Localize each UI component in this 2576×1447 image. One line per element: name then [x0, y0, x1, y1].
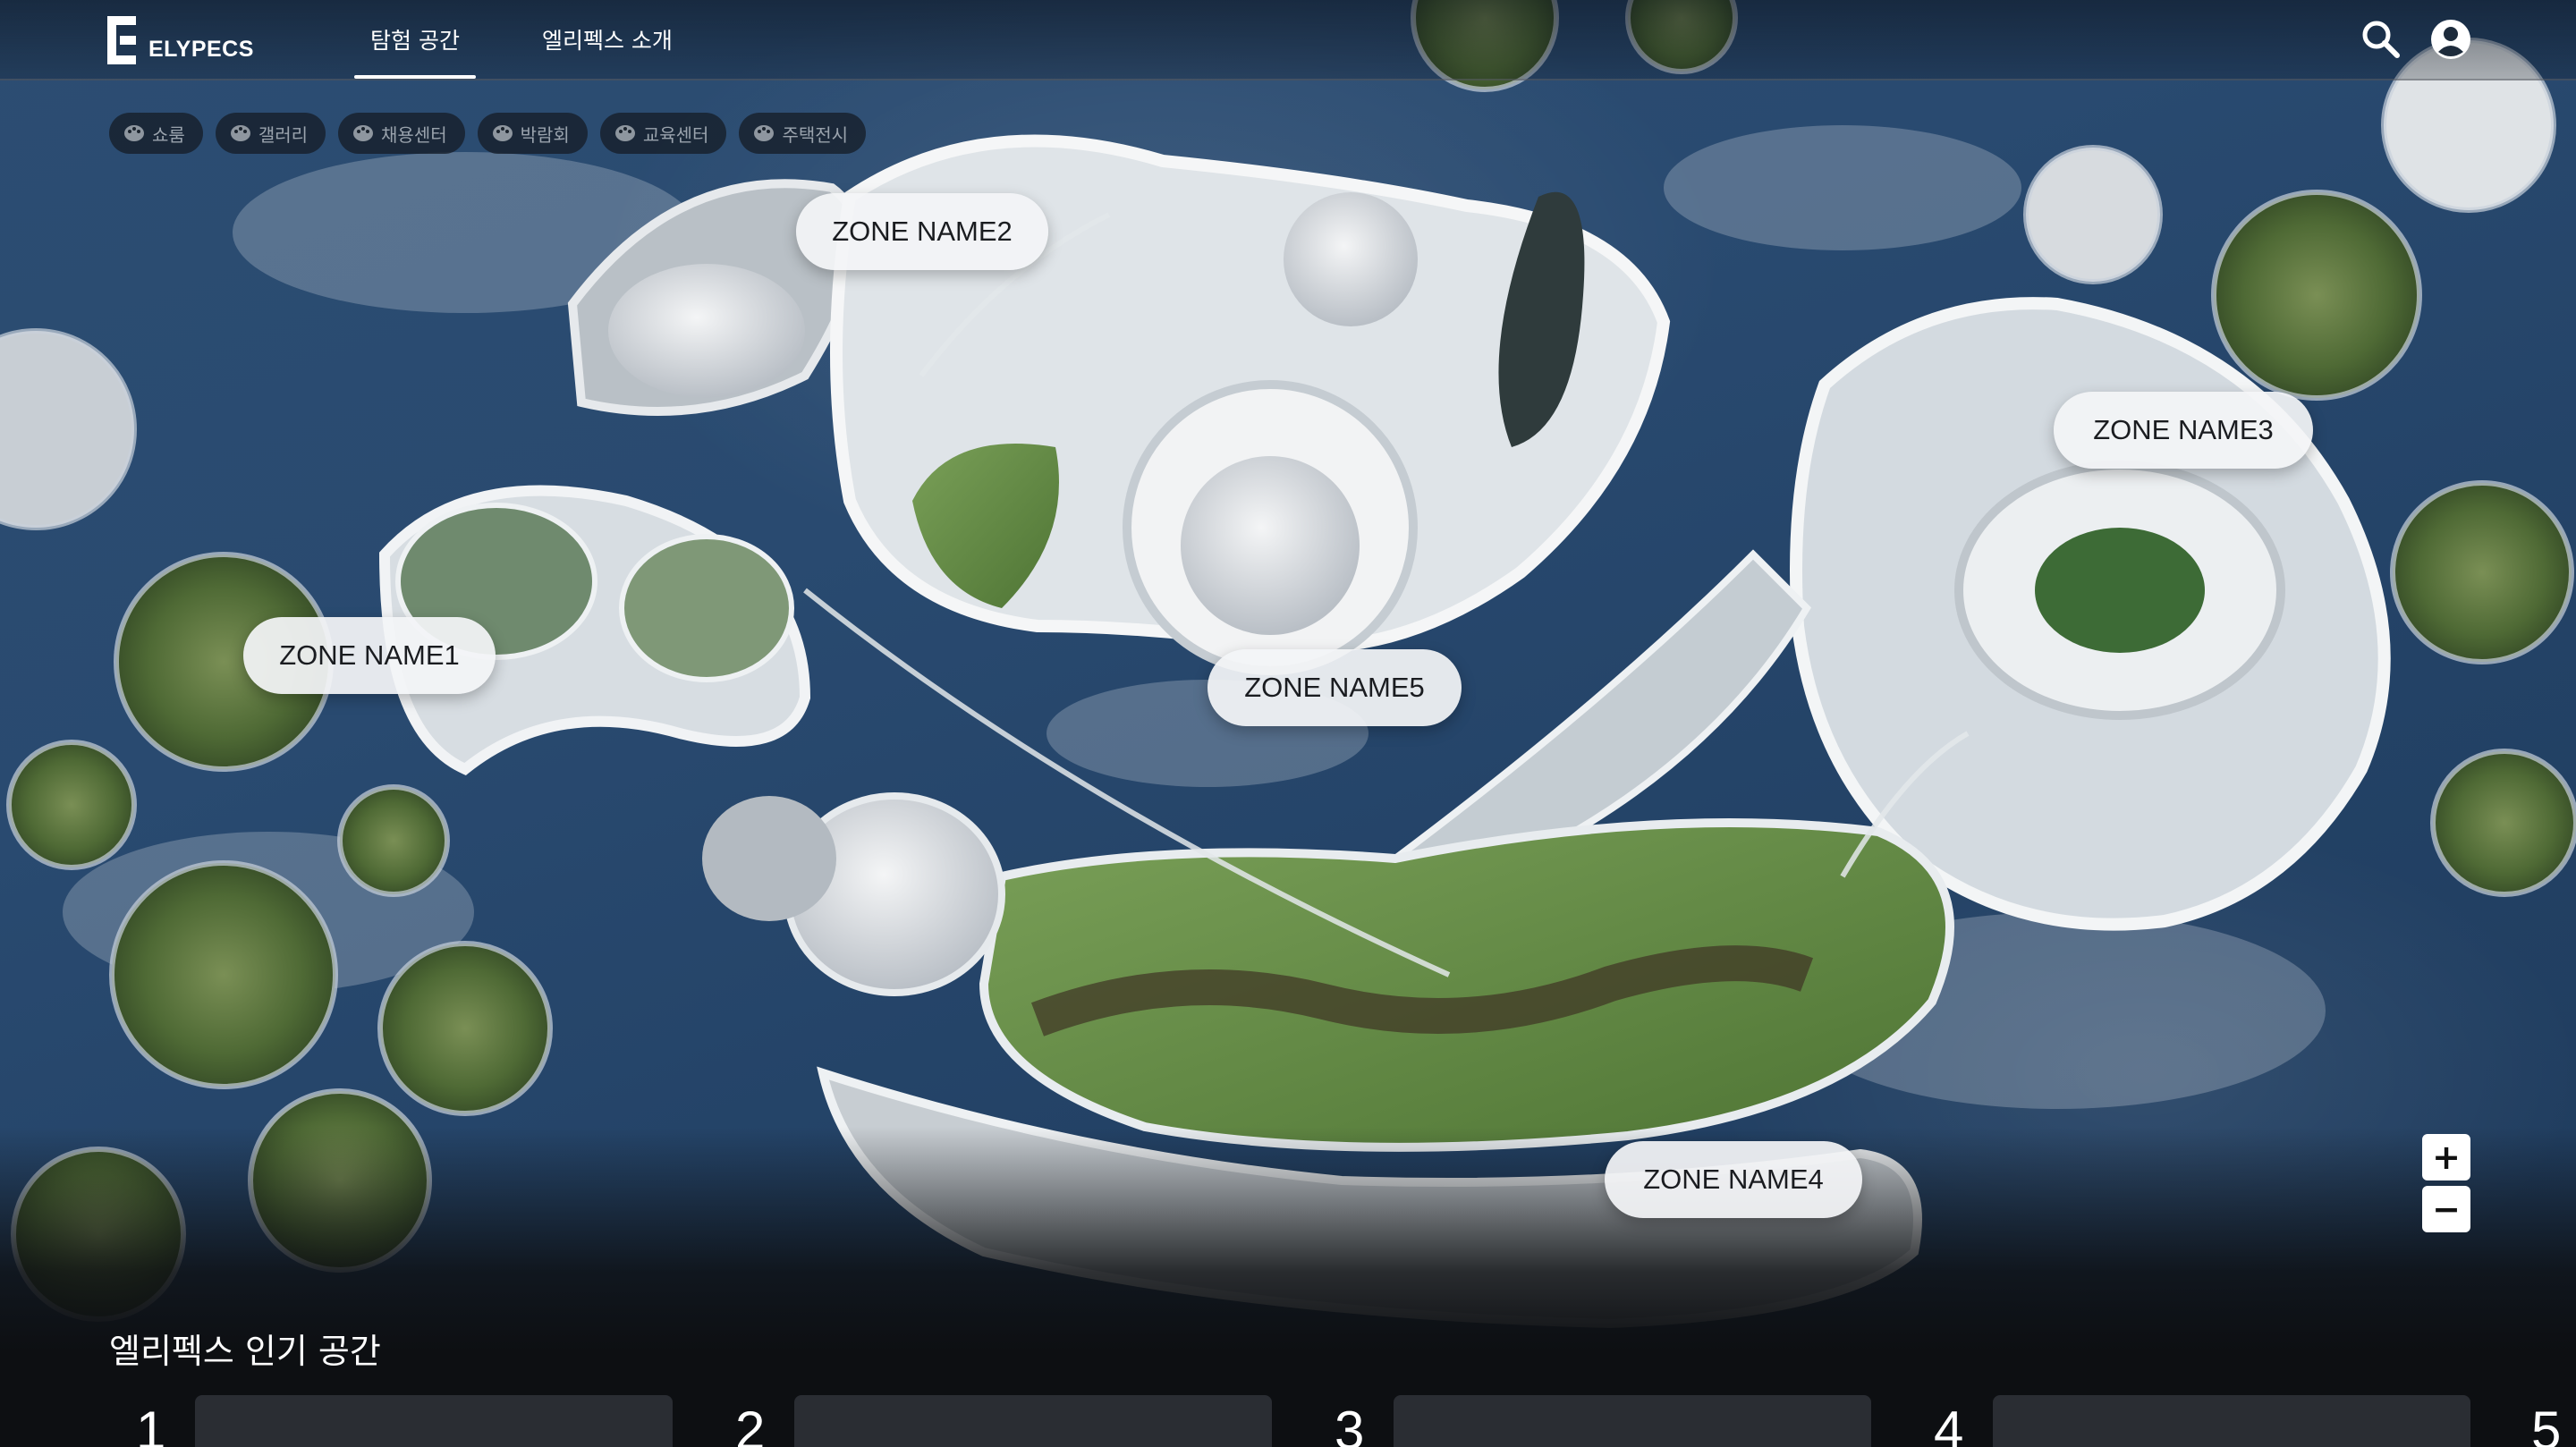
- category-filter-chips: 쇼룸 갤러리 채용센터 박람회 교육센터 주택전시: [109, 113, 878, 154]
- top-navigation-bar: ELYPECS 탐험 공간 엘리펙스 소개: [0, 0, 2576, 80]
- filter-chip-housing[interactable]: 주택전시: [739, 113, 867, 154]
- filter-chip-recruitment[interactable]: 채용센터: [338, 113, 465, 154]
- palette-icon: [754, 125, 775, 141]
- logo-mark-icon: [107, 16, 141, 64]
- popular-card-1[interactable]: [195, 1395, 673, 1447]
- zoom-in-button[interactable]: +: [2422, 1134, 2470, 1180]
- filter-chip-label: 박람회: [520, 123, 570, 146]
- filter-chip-gallery[interactable]: 갤러리: [215, 113, 326, 154]
- filter-chip-label: 주택전시: [782, 123, 849, 146]
- nav-tab-explore[interactable]: 탐험 공간: [351, 0, 479, 79]
- account-icon[interactable]: [2429, 18, 2472, 61]
- popular-section-title: 엘리펙스 인기 공간: [109, 1332, 381, 1371]
- palette-icon: [124, 125, 144, 141]
- filter-chip-education[interactable]: 교육센터: [599, 113, 727, 154]
- filter-chip-label: 갤러리: [258, 123, 309, 146]
- filter-chip-label: 채용센터: [381, 123, 447, 146]
- rank-number: 4: [1934, 1400, 1964, 1447]
- filter-chip-showroom[interactable]: 쇼룸: [109, 113, 203, 154]
- brand-name: ELYPECS: [148, 37, 254, 62]
- rank-number: 5: [2531, 1400, 2562, 1447]
- palette-icon: [614, 125, 635, 141]
- zone-label-5[interactable]: ZONE NAME5: [1208, 649, 1462, 726]
- rank-number: 1: [136, 1400, 166, 1447]
- filter-chip-label: 쇼룸: [152, 123, 185, 146]
- zone-label-2[interactable]: ZONE NAME2: [796, 193, 1048, 270]
- palette-icon: [353, 125, 374, 141]
- page: { "brand": { "name": "ELYPECS" }, "nav":…: [0, 0, 2576, 1447]
- nav-tab-about[interactable]: 엘리펙스 소개: [522, 0, 692, 79]
- filter-chip-expo[interactable]: 박람회: [477, 113, 588, 154]
- zone-label-4[interactable]: ZONE NAME4: [1605, 1141, 1862, 1218]
- zoom-out-button[interactable]: −: [2422, 1186, 2470, 1232]
- palette-icon: [230, 125, 250, 141]
- zone-label-3[interactable]: ZONE NAME3: [2054, 392, 2313, 469]
- main-nav: 탐험 공간 엘리펙스 소개: [351, 0, 735, 79]
- popular-card-2[interactable]: [794, 1395, 1272, 1447]
- popular-card-4[interactable]: [1993, 1395, 2470, 1447]
- rank-number: 3: [1335, 1400, 1365, 1447]
- zone-label-1[interactable]: ZONE NAME1: [243, 617, 496, 694]
- search-icon[interactable]: [2360, 18, 2402, 61]
- popular-card-3[interactable]: [1394, 1395, 1871, 1447]
- palette-icon: [492, 125, 513, 141]
- rank-number: 2: [735, 1400, 766, 1447]
- filter-chip-label: 교육센터: [642, 123, 709, 146]
- brand-logo[interactable]: ELYPECS: [107, 14, 254, 64]
